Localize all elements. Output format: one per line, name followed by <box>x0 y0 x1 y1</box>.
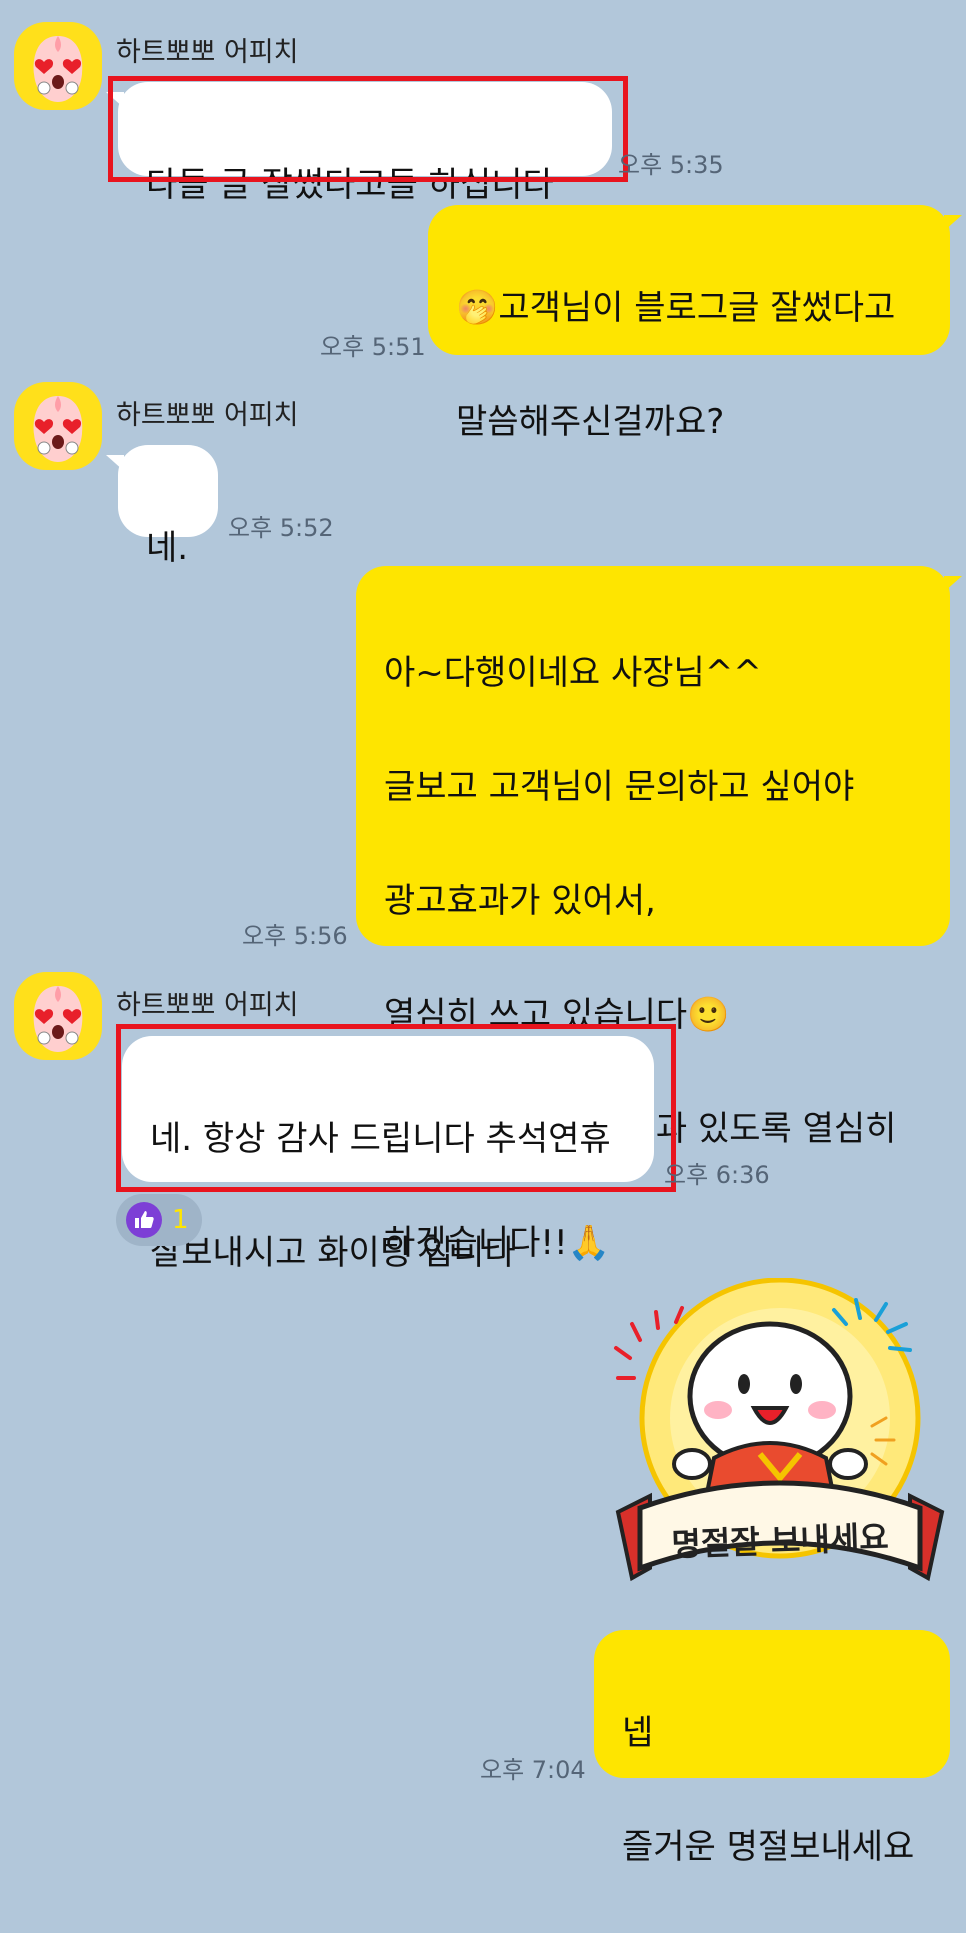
reaction-count: 1 <box>172 1205 189 1235</box>
sticker-text: 명절잘 보내세요 <box>670 1518 890 1564</box>
message-time: 오후 5:35 <box>618 151 724 179</box>
avatar-icon[interactable] <box>14 382 102 470</box>
message-bubble[interactable]: 네. 항상 감사 드립니다 추석연휴 잘보내시고 화이팅 입니다 <box>122 1036 654 1273</box>
message-bubble[interactable]: 🤭고객님이 블로그글 잘썼다고 말씀해주신걸까요? <box>428 205 962 442</box>
message-time: 오후 6:36 <box>664 1161 770 1189</box>
message-line: 넵 <box>622 1713 654 1753</box>
avatar-icon[interactable] <box>14 22 102 110</box>
message-bubble[interactable]: 네. <box>106 445 218 568</box>
apeach-heart-eyes-icon <box>33 36 83 102</box>
message-line: 말씀해주신걸까요? <box>456 402 725 442</box>
message-time: 오후 7:04 <box>480 1756 586 1784</box>
message-line: 즐거운 명절보내세요 <box>622 1827 915 1867</box>
message-text: 열심히 쓰고 있습니다 <box>384 995 688 1035</box>
message-line: 아~다행이네요 사장님^^ <box>384 653 762 693</box>
thumbs-up-icon <box>126 1202 162 1238</box>
apeach-heart-eyes-icon <box>33 396 83 462</box>
message-line: 광고효과가 있어서, <box>384 881 656 921</box>
message-text: 고객님이 블로그글 잘썼다고 <box>498 288 896 328</box>
message-time: 오후 5:56 <box>242 922 348 950</box>
festival-sticker-icon <box>614 1277 945 1582</box>
message-text: 다들 글 잘썼다고들 하십니다 <box>146 165 554 205</box>
message-line: 잘보내시고 화이팅 입니다 <box>150 1233 516 1273</box>
apeach-heart-eyes-icon <box>33 986 83 1052</box>
message-time: 오후 5:52 <box>228 514 334 542</box>
message-bubble[interactable]: 넵 즐거운 명절보내세요 <box>594 1630 950 1867</box>
message-bubble[interactable]: 다들 글 잘썼다고들 하십니다 <box>106 82 612 205</box>
message-bubble[interactable]: 아~다행이네요 사장님^^ 글보고 고객님이 문의하고 싶어야 광고효과가 있어… <box>356 566 962 1263</box>
message-time: 오후 5:51 <box>320 333 426 361</box>
sender-name: 하트뽀뽀 어피치 <box>116 400 299 431</box>
message-text: 네. <box>146 528 189 568</box>
sender-name: 하트뽀뽀 어피치 <box>116 990 299 1021</box>
sticker-image[interactable]: 명절잘 보내세요 <box>610 1277 950 1618</box>
message-line: 🤭고객님이 블로그글 잘썼다고 <box>456 280 922 337</box>
reaction-badge[interactable]: 1 <box>116 1194 202 1246</box>
sender-name: 하트뽀뽀 어피치 <box>116 37 299 68</box>
smile-emoji-icon: 🙂 <box>687 995 730 1035</box>
message-line: 글보고 고객님이 문의하고 싶어야 <box>384 767 855 807</box>
hand-over-mouth-emoji-icon: 🤭 <box>456 288 499 328</box>
message-line: 네. 항상 감사 드립니다 추석연휴 <box>150 1119 611 1159</box>
avatar-icon[interactable] <box>14 972 102 1060</box>
